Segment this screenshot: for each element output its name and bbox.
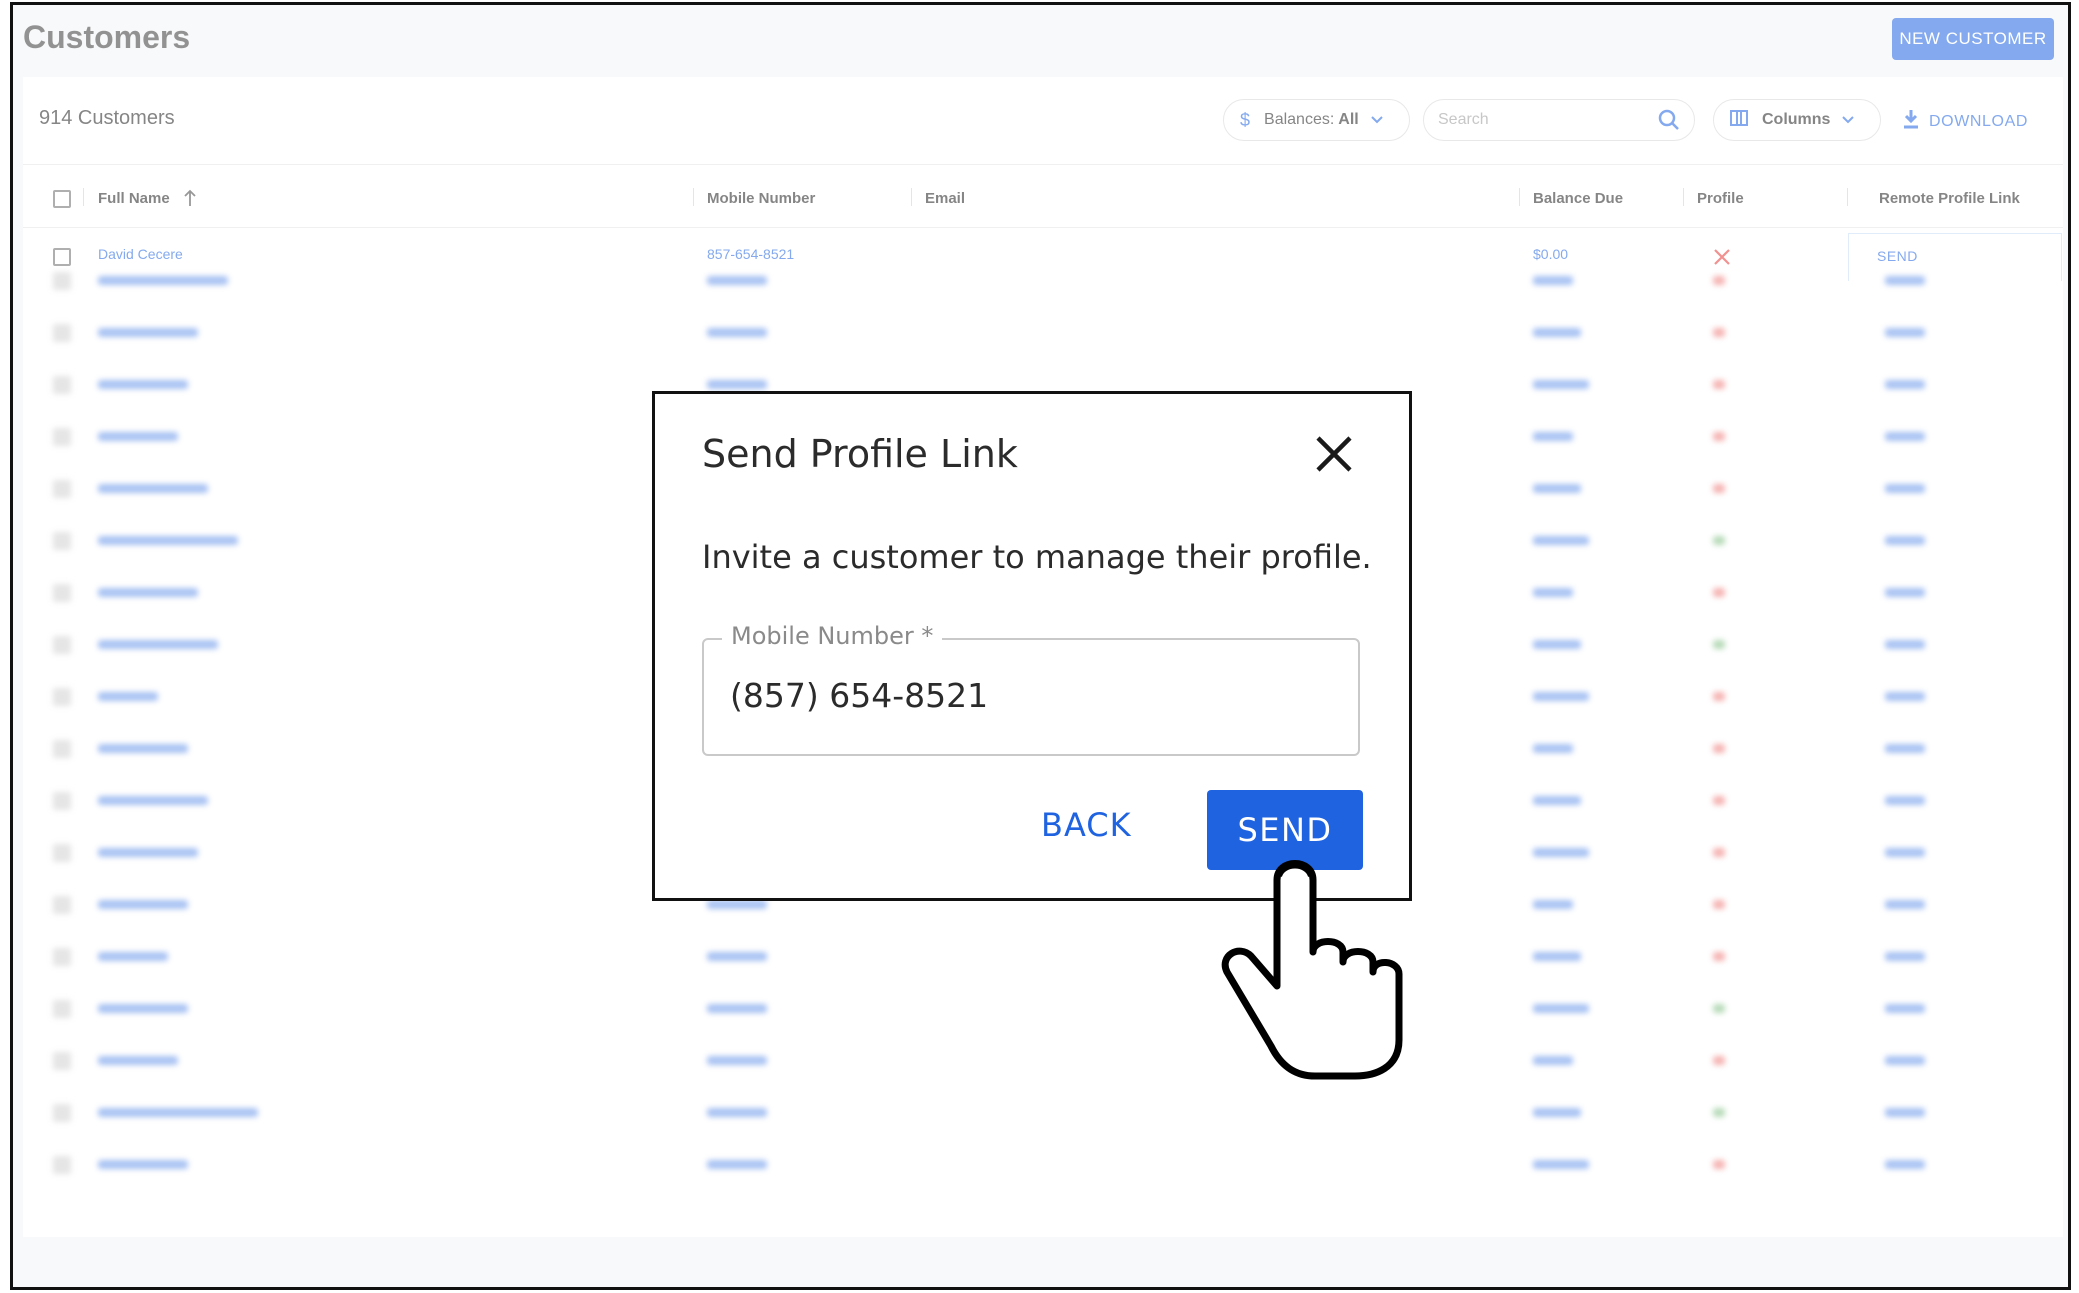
dialog-message: Invite a customer to manage their profil… [702,538,1372,576]
mobile-number-label: Mobile Number * [722,622,943,650]
pointing-hand-cursor-icon [1221,860,1403,1080]
mobile-number-input[interactable] [730,676,1330,715]
send-profile-link-dialog: Send Profile Link Invite a customer to m… [652,391,1412,901]
mobile-number-field[interactable]: Mobile Number * [702,622,1360,756]
back-button[interactable]: BACK [1041,806,1132,844]
close-icon[interactable] [1310,430,1358,478]
dialog-title: Send Profile Link [702,432,1018,476]
